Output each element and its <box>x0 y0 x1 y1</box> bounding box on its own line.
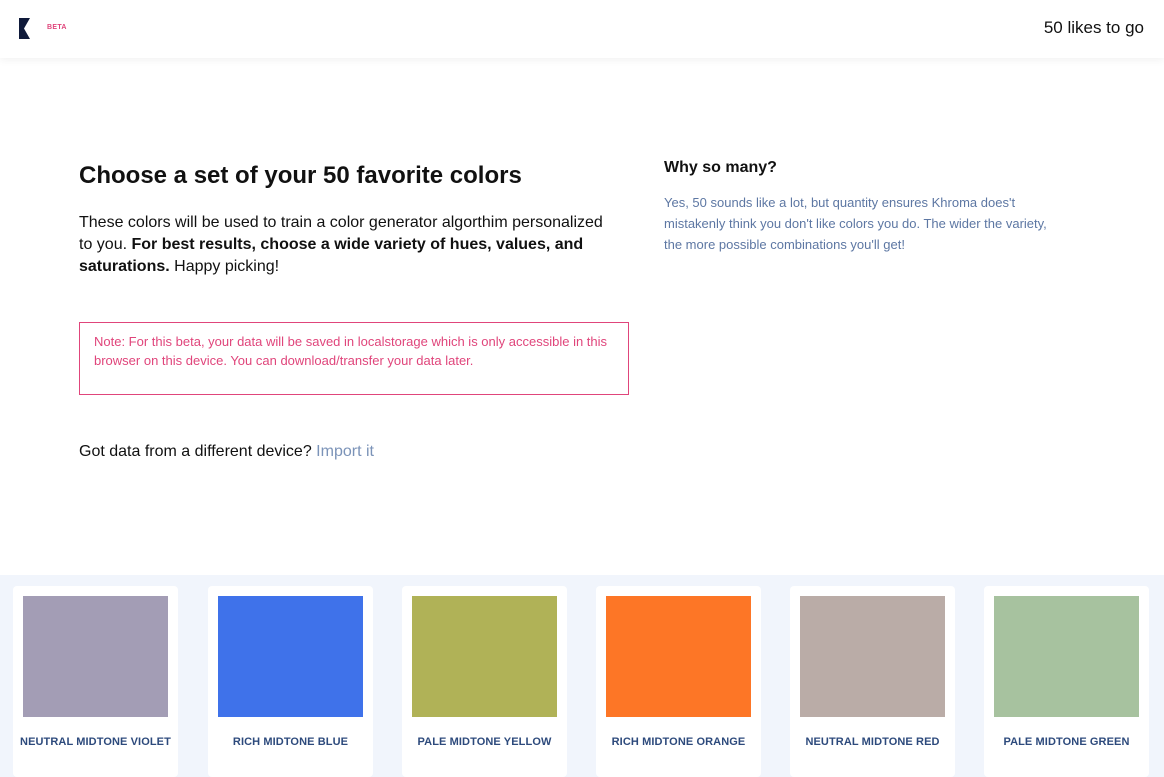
color-label: RICH MIDTONE BLUE <box>232 735 349 748</box>
import-link[interactable]: Import it <box>316 443 374 460</box>
why-so-many-title: Why so many? <box>664 159 777 176</box>
color-swatch[interactable] <box>412 596 557 717</box>
intro-ending: Happy picking! <box>169 258 280 275</box>
color-label: PALE MIDTONE GREEN <box>1003 735 1130 748</box>
page-title: Choose a set of your 50 favorite colors <box>79 162 522 189</box>
likes-remaining-status: 50 likes to go <box>1043 18 1144 37</box>
beta-storage-note: Note: For this beta, your data will be s… <box>79 322 629 395</box>
color-swatch[interactable] <box>606 596 751 717</box>
intro-paragraph: These colors will be used to train a col… <box>79 212 619 278</box>
color-swatch[interactable] <box>994 596 1139 717</box>
color-swatch[interactable] <box>800 596 945 717</box>
import-prompt: Got data from a different device? Import… <box>79 441 374 463</box>
top-header: BETA 50 likes to go <box>0 0 1164 58</box>
color-card[interactable]: PALE MIDTONE GREEN <box>984 586 1149 777</box>
color-card[interactable]: NEUTRAL MIDTONE RED <box>790 586 955 777</box>
color-swatch[interactable] <box>23 596 168 717</box>
color-label: NEUTRAL MIDTONE VIOLET <box>20 735 171 748</box>
color-label: RICH MIDTONE ORANGE <box>611 735 746 748</box>
khroma-k-logo-icon[interactable] <box>19 18 40 39</box>
color-card[interactable]: RICH MIDTONE ORANGE <box>596 586 761 777</box>
beta-badge: BETA <box>47 24 67 31</box>
color-card[interactable]: NEUTRAL MIDTONE VIOLET <box>13 586 178 777</box>
color-card[interactable]: PALE MIDTONE YELLOW <box>402 586 567 777</box>
import-prompt-text: Got data from a different device? <box>79 443 317 460</box>
color-card[interactable]: RICH MIDTONE BLUE <box>208 586 373 777</box>
color-label: NEUTRAL MIDTONE RED <box>805 735 940 748</box>
intro-emphasis: For best results, choose a wide variety … <box>79 236 584 275</box>
color-swatch[interactable] <box>218 596 363 717</box>
color-label: PALE MIDTONE YELLOW <box>417 735 552 748</box>
why-so-many-text: Yes, 50 sounds like a lot, but quantity … <box>664 195 1047 252</box>
